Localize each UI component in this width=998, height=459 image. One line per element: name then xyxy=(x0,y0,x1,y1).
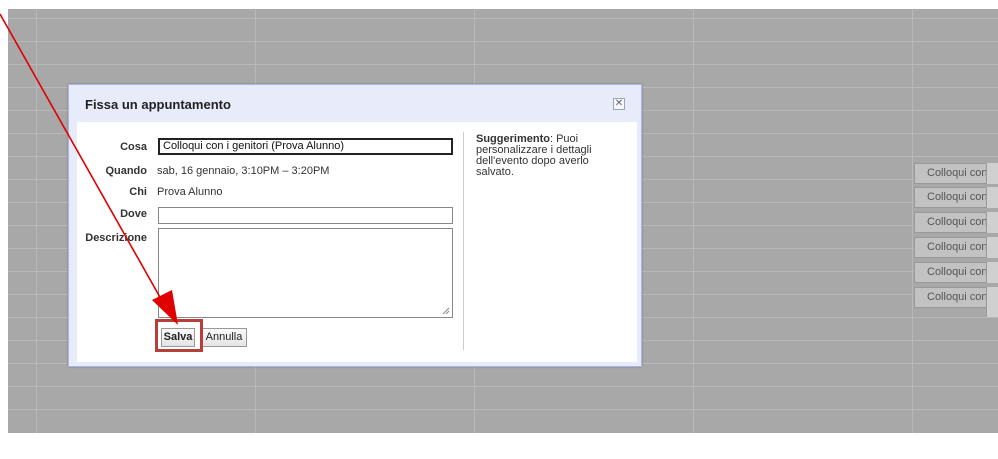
annotation-arrow xyxy=(0,13,178,325)
